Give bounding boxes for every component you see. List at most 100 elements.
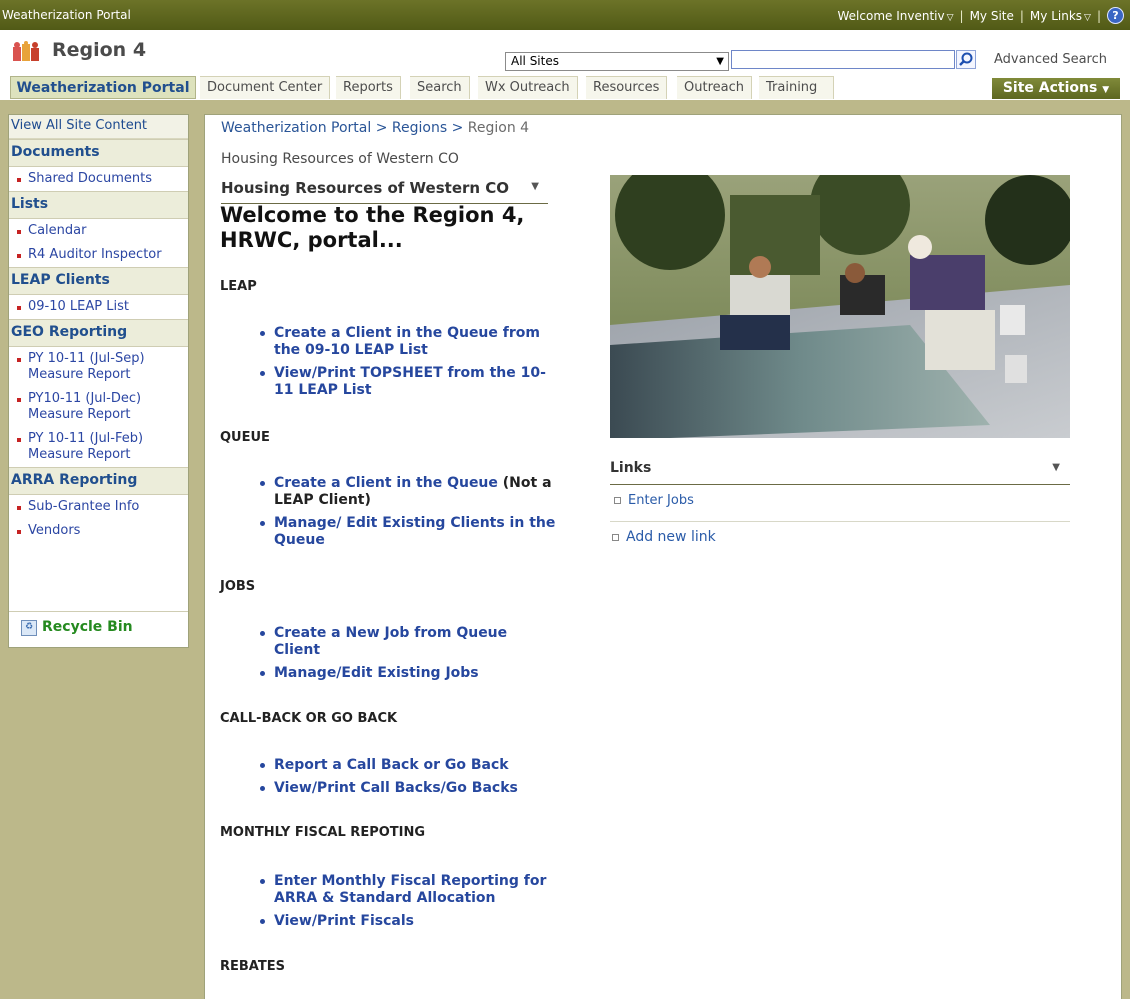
tab-wx-outreach[interactable]: Wx Outreach [478,76,578,99]
view-all-site-content-link[interactable]: View All Site Content [9,115,188,139]
tab-search[interactable]: Search [410,76,470,99]
bullet-icon [17,306,21,310]
link-view-print-topsheet[interactable]: View/Print TOPSHEET from the 10-11 LEAP … [257,365,557,399]
ql-item-r4-auditor-inspector[interactable]: R4 Auditor Inspector [9,243,188,267]
site-header: Region 4 All Sites ▼ Advanced Search [0,30,1130,76]
breadcrumb-weatherization-portal[interactable]: Weatherization Portal [221,120,371,136]
bullet-icon [17,230,21,234]
org-name: Housing Resources of Western CO [221,151,459,167]
link-create-client-from-leap[interactable]: Create a Client in the Queue from the 09… [257,325,557,359]
site-logo-icon[interactable] [12,41,40,63]
ql-item-measure-report-jul-feb[interactable]: PY 10-11 (Jul-Feb) Measure Report [9,427,188,467]
ql-heading-lists[interactable]: Lists [9,191,188,219]
chevron-down-icon: ▽ [946,12,954,23]
ql-item-label: PY10-11 (Jul-Dec) Measure Report [28,391,142,422]
add-new-link-label: Add new link [626,529,716,545]
bullet-icon [17,178,21,182]
global-topbar: Weatherization Portal Welcome Inventiv ▽ … [0,0,1130,30]
my-links-label: My Links [1029,8,1083,23]
link-manage-edit-jobs[interactable]: Manage/Edit Existing Jobs [257,665,557,682]
ql-item-label: R4 Auditor Inspector [28,247,162,262]
help-icon[interactable]: ? [1107,7,1124,24]
ql-item-shared-documents[interactable]: Shared Documents [9,167,188,191]
ql-heading-leap-clients[interactable]: LEAP Clients [9,267,188,295]
link-label: Enter Jobs [628,493,694,508]
separator: | [959,8,964,23]
breadcrumb-separator: > [375,120,388,136]
ql-item-label: PY 10-11 (Jul-Feb) Measure Report [28,431,144,462]
ql-heading-arra-reporting[interactable]: ARRA Reporting [9,467,188,495]
search-scope-select[interactable]: All Sites ▼ [505,52,729,71]
ql-heading-documents[interactable]: Documents [9,139,188,167]
breadcrumb-regions[interactable]: Regions [392,120,447,136]
chevron-down-icon: ▼ [1102,85,1110,95]
site-actions-menu[interactable]: Site Actions ▼ [992,78,1120,99]
section-monthly-fiscal: MONTHLY FISCAL REPOTING [220,825,426,840]
tab-weatherization-portal[interactable]: Weatherization Portal [10,76,196,99]
links-webpart-header[interactable]: Links ▼ [610,460,1070,485]
tab-training[interactable]: Training [759,76,834,99]
ql-heading-geo-reporting[interactable]: GEO Reporting [9,319,188,347]
ql-item-calendar[interactable]: Calendar [9,219,188,243]
section-rebates: REBATES [220,959,285,974]
recycle-bin-link[interactable]: ♻ Recycle Bin [9,611,188,648]
add-new-link[interactable]: Add new link [612,529,716,545]
link-bullet-icon [614,497,621,504]
link-view-print-call-backs[interactable]: View/Print Call Backs/Go Backs [257,780,557,797]
link-view-print-fiscals[interactable]: View/Print Fiscals [257,913,557,930]
welcome-heading: Welcome to the Region 4, HRWC, portal... [220,203,525,252]
ql-item-vendors[interactable]: Vendors [9,519,188,543]
add-icon [612,533,619,541]
dropdown-arrow-icon: ▼ [716,56,724,67]
ql-item-measure-report-jul-sep[interactable]: PY 10-11 (Jul-Sep) Measure Report [9,347,188,387]
tab-document-center[interactable]: Document Center [200,76,331,99]
my-links-menu[interactable]: My Links ▽ [1030,9,1091,23]
ql-item-measure-report-jul-dec[interactable]: PY10-11 (Jul-Dec) Measure Report [9,387,188,427]
tab-outreach[interactable]: Outreach [677,76,752,99]
link-enter-monthly-fiscal[interactable]: Enter Monthly Fiscal Reporting for ARRA … [257,873,557,907]
chevron-down-icon[interactable]: ▼ [531,181,539,192]
user-links: Welcome Inventiv ▽ | My Site | My Links ▽ … [838,7,1124,24]
my-site-link[interactable]: My Site [970,9,1014,23]
org-webpart-title: Housing Resources of Western CO [221,179,510,197]
bullet-icon [17,398,21,402]
ql-item-leap-list[interactable]: 09-10 LEAP List [9,295,188,319]
chevron-down-icon[interactable]: ▼ [1052,462,1060,473]
bullet-icon [17,438,21,442]
link-manage-edit-clients[interactable]: Manage/ Edit Existing Clients in the Que… [257,515,557,549]
call-back-links: Report a Call Back or Go Back View/Print… [257,757,557,803]
roof-work-photo [610,175,1070,438]
ql-item-sub-grantee-info[interactable]: Sub-Grantee Info [9,495,188,519]
quick-launch: View All Site Content Documents Shared D… [8,114,189,648]
link-create-new-job[interactable]: Create a New Job from Queue Client [257,625,557,659]
tab-resources[interactable]: Resources [586,76,668,99]
search-icon [959,52,973,66]
org-webpart-header[interactable]: Housing Resources of Western CO ▼ [221,179,548,204]
recycle-bin-label: Recycle Bin [42,619,133,635]
section-jobs: JOBS [220,579,256,594]
jobs-links: Create a New Job from Queue Client Manag… [257,625,557,688]
site-title[interactable]: Region 4 [52,39,146,61]
bullet-icon [17,506,21,510]
link-enter-jobs[interactable]: Enter Jobs [614,493,694,508]
bullet-icon [17,254,21,258]
search-scope-value: All Sites [511,54,559,68]
chevron-down-icon: ▽ [1084,12,1091,23]
bullet-icon [17,530,21,534]
search-input[interactable] [731,50,955,69]
link-create-client-in-queue[interactable]: Create a Client in the Queue (Not a LEAP… [257,475,557,509]
breadcrumb: Weatherization Portal > Regions > Region… [221,120,529,136]
bullet-icon [17,358,21,362]
separator: | [1019,8,1024,23]
tab-reports[interactable]: Reports [336,76,401,99]
link-label: Create a Client in the Queue [274,475,498,491]
advanced-search-link[interactable]: Advanced Search [994,52,1107,67]
ql-item-label: PY 10-11 (Jul-Sep) Measure Report [28,351,145,382]
welcome-menu[interactable]: Welcome Inventiv ▽ [838,9,954,23]
search-button[interactable] [956,50,976,69]
links-webpart-title: Links [610,460,652,476]
main-content: Weatherization Portal > Regions > Region… [204,114,1122,999]
portal-title[interactable]: Weatherization Portal [2,8,131,22]
ql-item-label: Calendar [28,223,87,238]
link-report-call-back[interactable]: Report a Call Back or Go Back [257,757,557,774]
